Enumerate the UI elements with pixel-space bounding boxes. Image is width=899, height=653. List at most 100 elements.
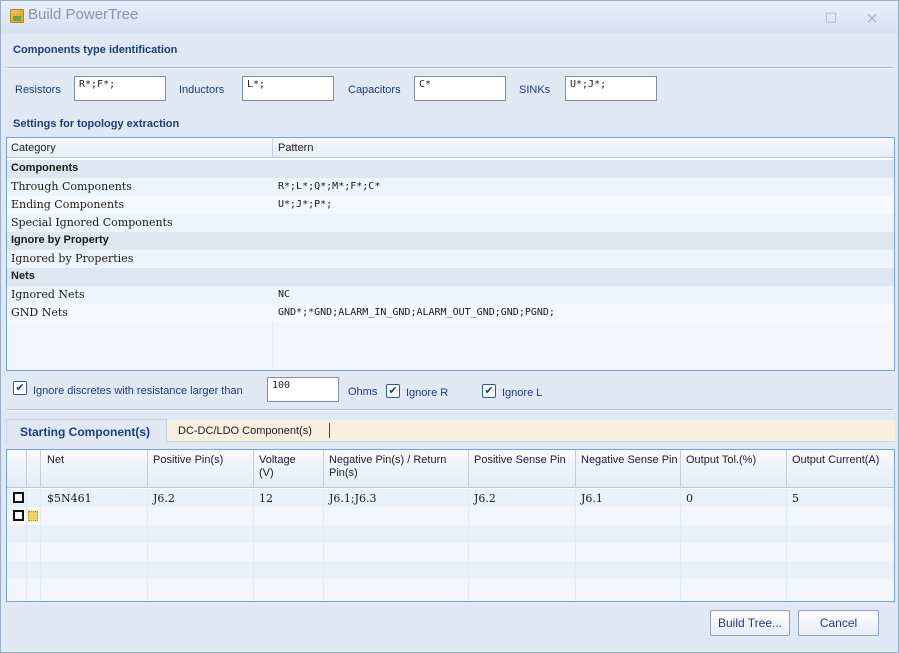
negative-pins-column-header[interactable]: Negative Pin(s) / Return Pin(s) — [329, 454, 469, 480]
column-separator — [272, 138, 273, 158]
column-gridline — [26, 488, 27, 601]
column-separator — [786, 450, 787, 488]
positive-pins-cell[interactable]: J6.2 — [153, 492, 175, 505]
column-gridline — [253, 488, 254, 601]
divider-highlight — [7, 410, 893, 411]
row-gnd-nets[interactable]: GND Nets GND*;*GND;ALARM_IN_GND;ALARM_OU… — [7, 304, 894, 322]
row-category: Ignored by Properties — [11, 252, 134, 265]
resistance-threshold-input[interactable]: 100 — [267, 377, 339, 402]
ignore-r-checkbox[interactable]: ✔ — [386, 384, 400, 398]
net-column-header[interactable]: Net — [47, 454, 64, 467]
column-gridline — [468, 488, 469, 601]
voltage-column-header[interactable]: Voltage (V) — [259, 454, 303, 480]
topology-heading: Settings for topology extraction — [13, 118, 180, 130]
tab-separator — [329, 423, 330, 438]
inductors-input[interactable]: L*; — [242, 76, 334, 101]
column-separator — [26, 450, 27, 488]
components-type-heading: Components type identification — [13, 44, 178, 56]
build-powertree-dialog: Build PowerTree □ × Components type iden… — [0, 0, 899, 653]
ignore-l-checkbox[interactable]: ✔ — [482, 384, 496, 398]
column-separator — [575, 450, 576, 488]
ignore-discretes-checkbox[interactable]: ✔ — [13, 381, 27, 395]
column-gridline — [147, 488, 148, 601]
row-select-checkbox[interactable] — [13, 492, 24, 503]
column-gridline — [40, 488, 41, 601]
group-row-ignore-by-property: Ignore by Property — [7, 232, 894, 250]
column-separator — [468, 450, 469, 488]
column-gridline — [575, 488, 576, 601]
column-separator — [147, 450, 148, 488]
starting-components-grid[interactable]: Net Positive Pin(s) Voltage (V) Negative… — [6, 449, 895, 602]
new-row[interactable] — [7, 507, 894, 525]
row-category: Nets — [11, 270, 35, 282]
net-cell[interactable]: $5N461 — [47, 492, 92, 505]
row-pattern[interactable]: U*;J*;P*; — [278, 199, 332, 210]
negative-pins-cell[interactable]: J6.1;J6.3 — [329, 492, 377, 505]
title-bar: Build PowerTree □ × — [1, 1, 898, 34]
topology-grid-header: Category Pattern — [7, 138, 894, 158]
pattern-column-header[interactable]: Pattern — [278, 142, 313, 154]
output-tol-column-header[interactable]: Output Tol.(%) — [686, 454, 756, 467]
voltage-cell[interactable]: 12 — [259, 492, 273, 505]
tab-starting-components[interactable]: Starting Component(s) — [6, 419, 167, 443]
row-pattern[interactable]: NC — [278, 289, 290, 300]
empty-row — [7, 561, 894, 579]
table-row[interactable]: $5N461 J6.2 12 J6.1;J6.3 J6.2 J6.1 0 5 — [7, 489, 894, 507]
row-ignored-by-properties[interactable]: Ignored by Properties — [7, 250, 894, 268]
group-row-components: Components — [7, 160, 894, 178]
category-column-header[interactable]: Category — [11, 142, 56, 154]
ohms-label: Ohms — [348, 386, 378, 398]
column-separator — [323, 450, 324, 488]
row-pattern[interactable]: R*;L*;Q*;M*;F*;C* — [278, 181, 380, 192]
capacitors-label: Capacitors — [348, 84, 401, 96]
negative-sense-pin-column-header[interactable]: Negative Sense Pin — [581, 454, 681, 467]
resistors-label: Resistors — [15, 84, 61, 96]
row-ending-components[interactable]: Ending Components U*;J*;P*; — [7, 196, 894, 214]
column-separator — [253, 450, 254, 488]
maximize-icon[interactable]: □ — [823, 10, 839, 26]
ignore-r-label: Ignore R — [406, 387, 449, 399]
column-separator — [40, 450, 41, 488]
output-tol-cell[interactable]: 0 — [686, 492, 693, 505]
resistors-input[interactable]: R*;F*; — [74, 76, 166, 101]
row-category: Special Ignored Components — [11, 216, 173, 229]
column-gridline — [786, 488, 787, 601]
empty-row — [7, 579, 894, 601]
empty-row — [7, 525, 894, 543]
divider-highlight — [7, 68, 893, 69]
positive-pins-column-header[interactable]: Positive Pin(s) — [153, 454, 253, 467]
topology-grid[interactable]: Category Pattern Components Through Comp… — [6, 137, 895, 371]
close-icon[interactable]: × — [864, 10, 880, 26]
column-gridline — [272, 322, 273, 370]
app-icon — [10, 9, 24, 23]
row-category: GND Nets — [11, 306, 68, 319]
starting-grid-header: Net Positive Pin(s) Voltage (V) Negative… — [7, 450, 894, 488]
row-through-components[interactable]: Through Components R*;L*;Q*;M*;F*;C* — [7, 178, 894, 196]
positive-sense-pin-column-header[interactable]: Positive Sense Pin — [474, 454, 580, 467]
build-tree-button[interactable]: Build Tree... — [710, 610, 790, 636]
empty-grid-area — [7, 322, 894, 370]
positive-sense-pin-cell[interactable]: J6.2 — [474, 492, 496, 505]
sinks-label: SINKs — [519, 84, 551, 96]
row-category: Ending Components — [11, 198, 125, 211]
row-ignored-nets[interactable]: Ignored Nets NC — [7, 286, 894, 304]
capacitors-input[interactable]: C* — [414, 76, 506, 101]
row-category: Ignored Nets — [11, 288, 85, 301]
cancel-button[interactable]: Cancel — [798, 610, 879, 636]
group-row-nets: Nets — [7, 268, 894, 286]
sinks-input[interactable]: U*;J*; — [565, 76, 657, 101]
row-category: Ignore by Property — [11, 234, 109, 246]
row-select-checkbox[interactable] — [13, 510, 24, 521]
tab-dcdc-ldo-components[interactable]: DC-DC/LDO Component(s) — [178, 425, 312, 437]
empty-row — [7, 543, 894, 561]
output-current-cell[interactable]: 5 — [792, 492, 799, 505]
negative-sense-pin-cell[interactable]: J6.1 — [581, 492, 603, 505]
output-current-column-header[interactable]: Output Current(A) — [792, 454, 879, 467]
column-gridline — [323, 488, 324, 601]
row-pattern[interactable]: GND*;*GND;ALARM_IN_GND;ALARM_OUT_GND;GND… — [278, 307, 555, 318]
row-special-ignored-components[interactable]: Special Ignored Components — [7, 214, 894, 232]
ignore-discretes-label: Ignore discretes with resistance larger … — [33, 385, 243, 397]
row-category: Components — [11, 162, 79, 174]
ignore-l-label: Ignore L — [502, 387, 543, 399]
inductors-label: Inductors — [179, 84, 225, 96]
